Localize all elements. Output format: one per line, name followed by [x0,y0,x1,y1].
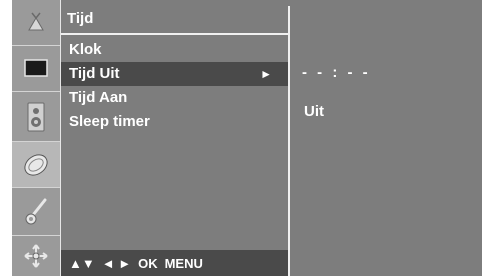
menu-item-label: Klok [69,41,102,58]
menu-hint: MENU [164,255,203,271]
station-icon [28,12,44,30]
off-time-value[interactable]: - - : - - [302,64,371,81]
tv-osd-menu: Tijd Klok Tijd Uit ► Tijd Aan Sleep time… [0,0,488,280]
up-down-arrows-icon: ▲▼ [69,255,95,271]
picture-icon [24,58,48,77]
category-sound[interactable] [12,92,60,142]
time-icon [24,153,48,176]
value-panel: - - : - - Uit [288,6,482,276]
special-icon [25,198,47,224]
category-special[interactable] [12,188,60,236]
menu-item-label: Tijd Aan [69,89,128,106]
menu-item-tijd-uit[interactable]: Tijd Uit ► [61,62,288,86]
menu-item-tijd-aan[interactable]: Tijd Aan [61,86,288,110]
menu-item-label: Sleep timer [69,113,150,130]
off-time-state[interactable]: Uit [304,103,324,120]
menu-divider [61,33,288,35]
ok-hint: OK [138,255,158,271]
menu-panel: Tijd Klok Tijd Uit ► Tijd Aan Sleep time… [61,6,288,276]
menu-item-klok[interactable]: Klok [61,38,288,62]
navigation-hint-bar: ▲▼ ◄ ► OK MENU [61,250,288,276]
menu-item-label: Tijd Uit [69,65,120,82]
category-icon-column [12,0,61,276]
left-right-arrows-icon: ◄ ► [101,255,132,271]
category-screen[interactable] [12,236,60,276]
screen-icon [24,244,48,268]
submenu-arrow-icon: ► [260,67,272,81]
category-picture[interactable] [12,46,60,92]
sound-icon [27,102,45,131]
category-time[interactable] [12,142,60,188]
menu-item-sleep-timer[interactable]: Sleep timer [61,110,288,134]
menu-title: Tijd [67,10,94,27]
category-station[interactable] [12,0,60,46]
